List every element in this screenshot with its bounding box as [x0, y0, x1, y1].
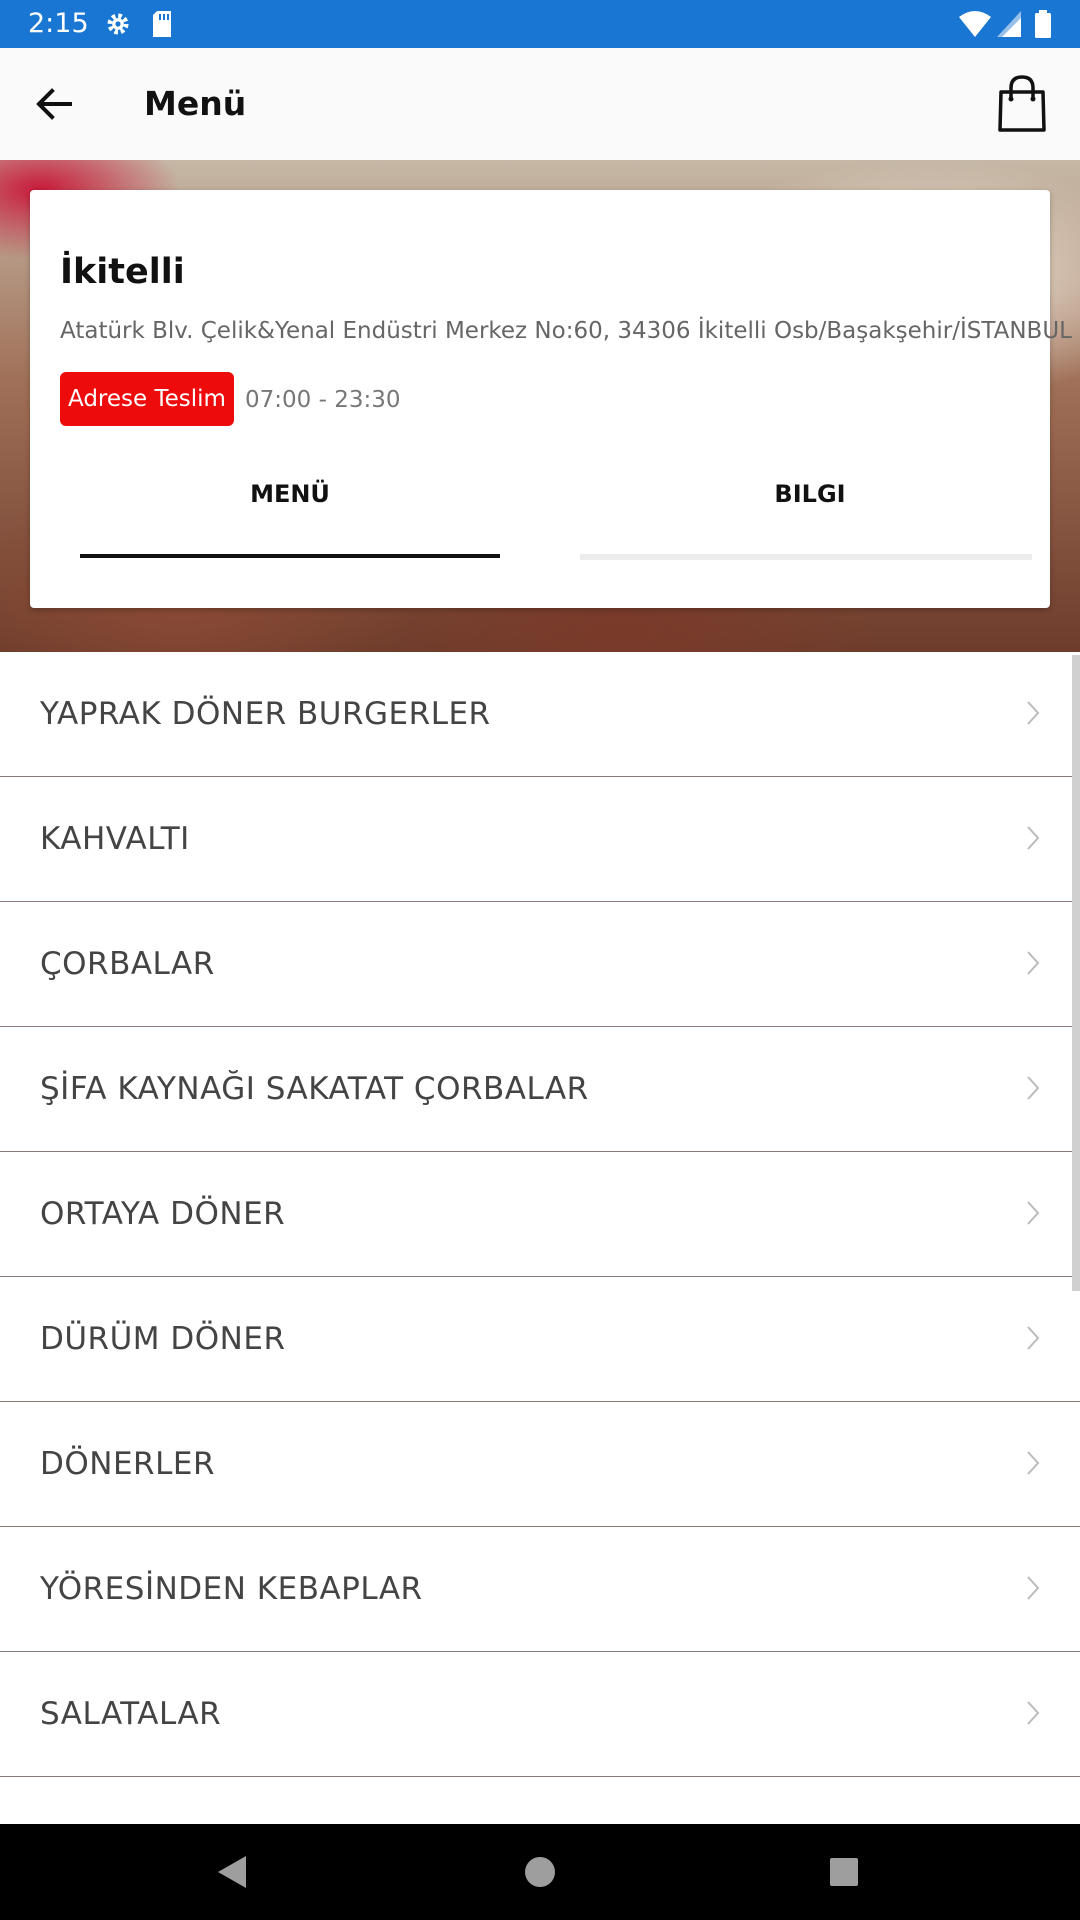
shopping-bag-icon[interactable]	[996, 74, 1048, 132]
delivery-badge: Adrese Teslim	[60, 372, 234, 426]
store-address: Atatürk Blv. Çelik&Yenal Endüstri Merkez…	[60, 318, 1072, 344]
nav-home-icon[interactable]	[524, 1854, 556, 1890]
category-row[interactable]: ÇORBALAR	[0, 902, 1080, 1027]
chevron-right-icon	[1027, 1451, 1040, 1475]
sd-card-icon	[153, 11, 171, 37]
category-label: KAHVALTI	[40, 821, 190, 857]
opening-hours: 07:00 - 23:30	[245, 387, 401, 413]
category-list: YAPRAK DÖNER BURGERLER KAHVALTI ÇORBALAR…	[0, 652, 1080, 1824]
tab-info[interactable]: BILGI	[600, 480, 1020, 508]
category-label: ŞİFA KAYNAĞI SAKATAT ÇORBALAR	[40, 1071, 589, 1107]
nav-back-icon[interactable]	[216, 1854, 248, 1890]
category-row[interactable]: YAPRAK DÖNER BURGERLER	[0, 652, 1080, 777]
category-row[interactable]: SALATALAR	[0, 1652, 1080, 1777]
category-row[interactable]: ŞİFA KAYNAĞI SAKATAT ÇORBALAR	[0, 1027, 1080, 1152]
cellular-signal-icon	[997, 11, 1021, 37]
tab-info-indicator	[580, 554, 1032, 560]
wifi-icon	[959, 11, 991, 37]
back-arrow-icon[interactable]	[30, 80, 78, 128]
category-label: DÜRÜM DÖNER	[40, 1321, 286, 1357]
tab-menu-indicator	[80, 554, 500, 558]
tab-menu[interactable]: MENÜ	[80, 480, 500, 508]
category-row[interactable]: DÖNERLER	[0, 1402, 1080, 1527]
chevron-right-icon	[1027, 701, 1040, 725]
chevron-right-icon	[1027, 1576, 1040, 1600]
system-nav-bar	[0, 1824, 1080, 1920]
category-row[interactable]: YÖRESİNDEN KEBAPLAR	[0, 1527, 1080, 1652]
battery-icon	[1035, 10, 1051, 38]
category-row[interactable]: KAHVALTI	[0, 777, 1080, 902]
category-label: DÖNERLER	[40, 1446, 215, 1482]
status-time: 2:15	[28, 8, 89, 39]
category-label: ORTAYA DÖNER	[40, 1196, 286, 1232]
chevron-right-icon	[1027, 1076, 1040, 1100]
chevron-right-icon	[1027, 1701, 1040, 1725]
scrollbar[interactable]	[1072, 655, 1080, 1291]
category-label: YÖRESİNDEN KEBAPLAR	[40, 1571, 423, 1607]
status-bar: 2:15	[0, 0, 1080, 48]
chevron-right-icon	[1027, 1201, 1040, 1225]
app-bar: Menü	[0, 48, 1080, 161]
page-title: Menü	[144, 84, 247, 123]
category-row[interactable]: DÜRÜM DÖNER	[0, 1277, 1080, 1402]
chevron-right-icon	[1027, 826, 1040, 850]
store-info-card: İkitelli Atatürk Blv. Çelik&Yenal Endüst…	[30, 190, 1072, 608]
nav-recents-icon[interactable]	[828, 1854, 860, 1890]
settings-icon	[107, 13, 129, 35]
category-label: YAPRAK DÖNER BURGERLER	[40, 696, 491, 732]
category-label: ÇORBALAR	[40, 946, 215, 982]
store-name: İkitelli	[60, 252, 185, 292]
category-row[interactable]: ORTAYA DÖNER	[0, 1152, 1080, 1277]
chevron-right-icon	[1027, 1326, 1040, 1350]
category-label: SALATALAR	[40, 1696, 222, 1732]
chevron-right-icon	[1027, 951, 1040, 975]
